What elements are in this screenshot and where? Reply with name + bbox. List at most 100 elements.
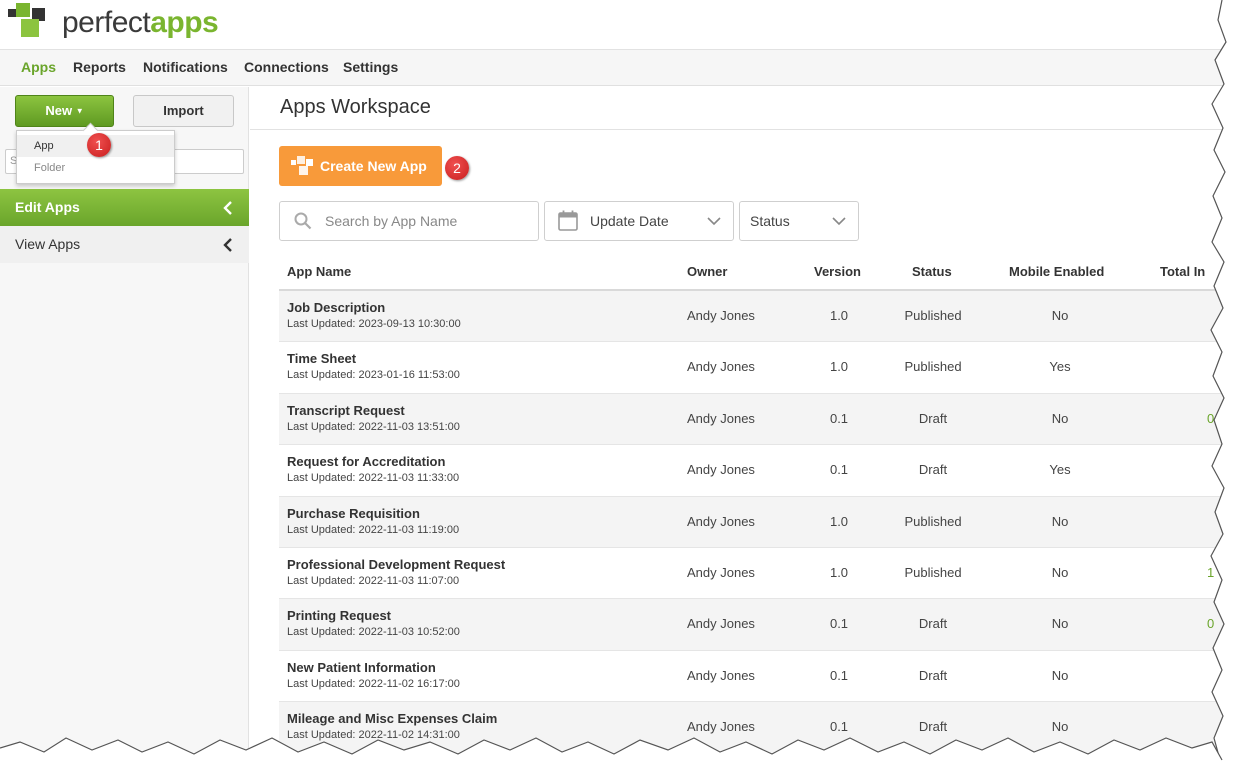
- owner: Andy Jones: [687, 616, 755, 632]
- table-row[interactable]: Printing Request Last Updated: 2022-11-03…: [279, 599, 1226, 651]
- version-text: 0.1: [829, 667, 849, 683]
- new-button-label: New: [45, 103, 73, 118]
- owner: Andy Jones: [687, 667, 755, 683]
- sidebar-item-edit-apps[interactable]: Edit Apps: [0, 189, 249, 226]
- divider: [250, 129, 1226, 130]
- chevron-left-icon: [223, 189, 233, 226]
- chevron-down-icon: [832, 217, 846, 226]
- page-title: Apps Workspace: [280, 96, 431, 118]
- sidebar: New ▼ Import S Edit Apps View Apps: [0, 87, 249, 760]
- last-updated: Last Updated: 2023-01-16 11:53:00: [287, 369, 460, 382]
- app-window: perfectapps Apps Reports Notifications C…: [0, 0, 1226, 760]
- col-owner[interactable]: Owner: [687, 264, 727, 279]
- update-date-filter[interactable]: Update Date: [544, 201, 734, 241]
- owner: Andy Jones: [687, 308, 755, 323]
- import-button[interactable]: Import: [133, 95, 234, 127]
- table-row[interactable]: Time Sheet Last Updated: 2023-01-16 11:53…: [279, 342, 1226, 394]
- status-text: Draft: [918, 719, 948, 735]
- owner: Andy Jones: [687, 564, 755, 580]
- create-new-app-button[interactable]: Create New App: [279, 146, 442, 186]
- caret-down-icon: ▼: [75, 106, 84, 116]
- nav-reports[interactable]: Reports: [73, 59, 126, 75]
- brand-name: perfectapps: [62, 6, 219, 40]
- last-updated: Last Updated: 2022-11-03 11:33:00: [287, 472, 460, 485]
- version-text: 0.1: [829, 616, 849, 632]
- table-row[interactable]: Job Description Last Updated: 2023-09-13 …: [279, 291, 1226, 343]
- dropdown-item-folder[interactable]: Folder: [17, 157, 174, 179]
- last-updated: Last Updated: 2022-11-03 10:52:00: [287, 626, 460, 639]
- owner: Andy Jones: [687, 513, 755, 529]
- new-button[interactable]: New ▼: [15, 95, 114, 127]
- table-row[interactable]: Purchase Requisition Last Updated: 2022-1…: [279, 496, 1226, 548]
- app-name[interactable]: Printing Request: [287, 608, 391, 623]
- nav-connections[interactable]: Connections: [244, 59, 329, 75]
- callout-badge-1: 1: [87, 133, 111, 157]
- search-input[interactable]: Search by App Name: [279, 201, 539, 241]
- version-text: 0.1: [829, 410, 849, 426]
- table-header: App Name Owner Version Status Mobile Ena…: [279, 258, 1226, 291]
- sidebar-item-label: Edit Apps: [15, 199, 80, 215]
- total-instances[interactable]: 1: [1207, 565, 1214, 580]
- status-text: Draft: [918, 410, 948, 426]
- mobile-text: Yes: [1049, 462, 1071, 478]
- last-updated: Last Updated: 2022-11-02 14:31:00: [287, 729, 460, 742]
- col-app-name[interactable]: App Name: [287, 264, 351, 279]
- status-filter-label: Status: [750, 213, 790, 229]
- status-text: Published: [904, 564, 962, 580]
- version-text: 0.1: [829, 719, 849, 735]
- table-row[interactable]: Transcript Request Last Updated: 2022-11-…: [279, 393, 1226, 446]
- perfectapps-logo-icon[interactable]: [8, 3, 56, 45]
- mobile-text: No: [1051, 564, 1069, 580]
- apps-table-body: Job Description Last Updated: 2023-09-13 …: [279, 291, 1226, 754]
- owner: Andy Jones: [687, 410, 755, 426]
- version-text: 0.1: [829, 462, 849, 478]
- nav-apps[interactable]: Apps: [21, 59, 56, 75]
- main-nav: Apps Reports Notifications Connections S…: [0, 50, 1226, 86]
- app-name[interactable]: New Patient Information: [287, 660, 436, 675]
- col-total[interactable]: Total In: [1160, 264, 1205, 279]
- app-name[interactable]: Professional Development Request: [287, 557, 505, 572]
- calendar-icon: [558, 210, 578, 231]
- col-mobile-enabled[interactable]: Mobile Enabled: [1009, 264, 1104, 279]
- owner: Andy Jones: [687, 462, 755, 478]
- status-text: Published: [904, 359, 962, 375]
- app-name[interactable]: Purchase Requisition: [287, 506, 420, 521]
- total-instances[interactable]: 0: [1207, 616, 1214, 631]
- mobile-text: No: [1051, 719, 1069, 735]
- app-name[interactable]: Time Sheet: [287, 351, 356, 366]
- brand-word-2: apps: [150, 6, 219, 39]
- app-name[interactable]: Mileage and Misc Expenses Claim: [287, 711, 497, 726]
- total-instances[interactable]: 0: [1207, 411, 1214, 426]
- create-new-app-label: Create New App: [320, 158, 427, 174]
- version-text: 1.0: [829, 359, 849, 375]
- status-text: Draft: [918, 462, 948, 478]
- status-text: Draft: [918, 667, 948, 683]
- table-row[interactable]: New Patient Information Last Updated: 202…: [279, 651, 1226, 703]
- table-row[interactable]: Mileage and Misc Expenses Claim Last Upda…: [279, 702, 1226, 754]
- nav-notifications[interactable]: Notifications: [143, 59, 228, 75]
- app-name[interactable]: Job Description: [287, 300, 385, 315]
- chevron-down-icon: [707, 217, 721, 226]
- brand-word-1: perfect: [62, 6, 151, 39]
- version-text: 1.0: [829, 308, 849, 323]
- app-name[interactable]: Request for Accreditation: [287, 454, 445, 469]
- sidebar-item-label: View Apps: [15, 236, 81, 252]
- table-row[interactable]: Professional Development Request Last Upd…: [279, 548, 1226, 600]
- col-status[interactable]: Status: [912, 264, 952, 279]
- mobile-text: No: [1051, 410, 1069, 426]
- col-version[interactable]: Version: [814, 264, 861, 279]
- owner: Andy Jones: [687, 359, 755, 375]
- sidebar-item-view-apps[interactable]: View Apps: [0, 226, 249, 263]
- mobile-text: No: [1051, 616, 1069, 632]
- version-text: 1.0: [829, 564, 849, 580]
- nav-settings[interactable]: Settings: [343, 59, 398, 75]
- last-updated: Last Updated: 2022-11-03 11:19:00: [287, 523, 460, 536]
- app-name[interactable]: Transcript Request: [287, 403, 405, 418]
- mobile-text: Yes: [1049, 359, 1071, 375]
- status-text: Published: [904, 308, 962, 323]
- status-filter[interactable]: Status: [739, 201, 859, 241]
- last-updated: Last Updated: 2023-09-13 10:30:00: [287, 318, 461, 330]
- date-filter-label: Update Date: [590, 213, 669, 229]
- table-row[interactable]: Request for Accreditation Last Updated: 2…: [279, 445, 1226, 497]
- chevron-left-icon: [223, 226, 233, 263]
